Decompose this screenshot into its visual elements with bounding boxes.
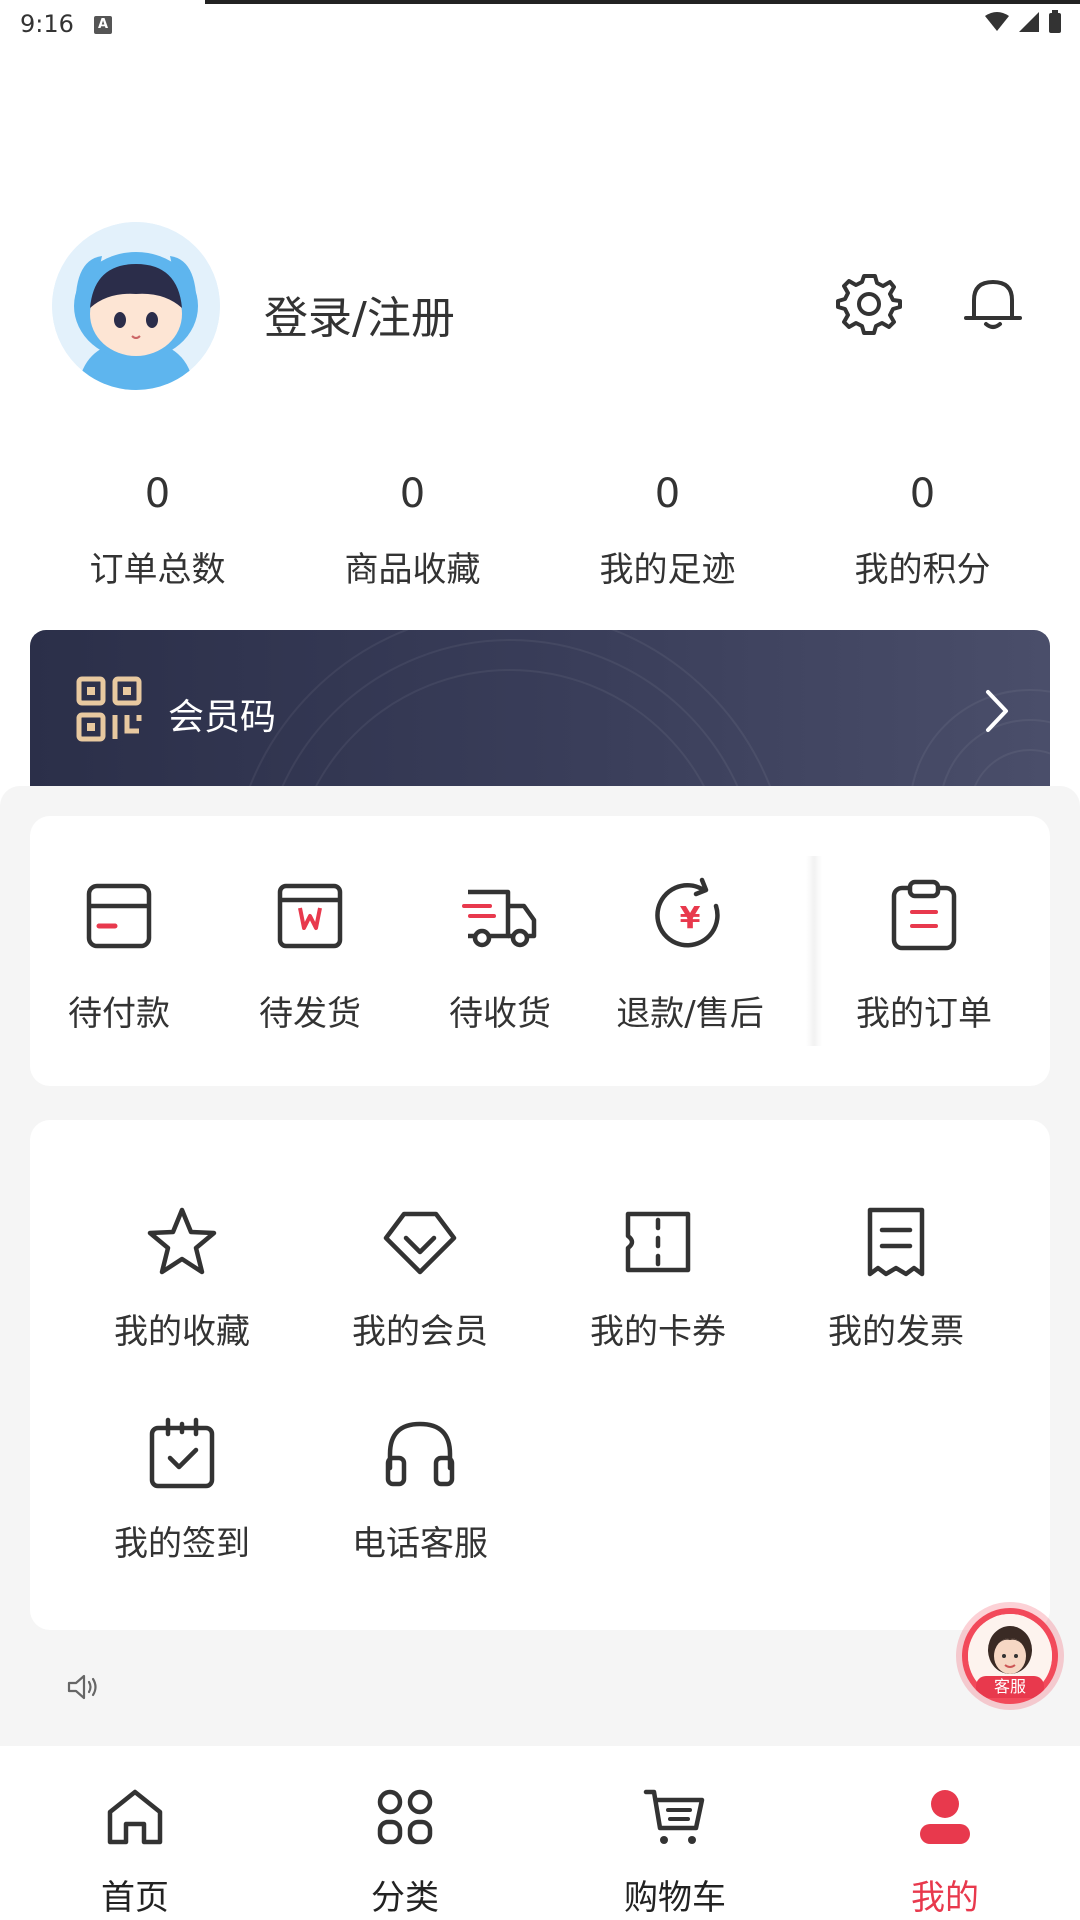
stat-label: 我的足迹 — [599, 550, 736, 590]
stat-label: 订单总数 — [89, 550, 226, 590]
service-membership[interactable]: 我的会员 — [320, 1202, 520, 1353]
service-label: 我的签到 — [114, 1524, 250, 1564]
svg-text:¥: ¥ — [680, 901, 701, 936]
receipt-icon — [867, 1207, 925, 1277]
order-refund[interactable]: ¥ 退款/售后 — [600, 876, 780, 1035]
nav-cart[interactable]: 购物车 — [540, 1746, 810, 1920]
nav-mine[interactable]: 我的 — [810, 1746, 1080, 1920]
speaker-icon — [67, 1674, 97, 1700]
truck-icon — [462, 889, 537, 948]
nav-label: 分类 — [371, 1878, 439, 1918]
stat-value: 0 — [909, 471, 936, 517]
notification-icon: A — [94, 16, 112, 34]
nav-label: 首页 — [101, 1878, 169, 1918]
qr-code-icon — [76, 676, 142, 742]
wifi-icon — [985, 12, 1009, 31]
stats-row: 0 订单总数 0 商品收藏 0 我的足迹 0 我的积分 — [30, 468, 1050, 598]
gear-icon — [836, 274, 902, 335]
service-label: 我的收藏 — [114, 1312, 250, 1352]
stat-label: 我的积分 — [854, 550, 991, 590]
status-time: 9:16 — [20, 10, 74, 38]
service-checkin[interactable]: 我的签到 — [82, 1414, 282, 1565]
notifications-button[interactable] — [960, 270, 1026, 336]
package-icon — [277, 883, 343, 949]
diamond-icon — [383, 1211, 457, 1275]
service-label: 我的卡券 — [590, 1312, 726, 1352]
bottom-navigation: 首页 分类 购物车 我的 — [0, 1746, 1080, 1920]
orders-card: 待付款 待发货 待收货 ¥ 退款/售后 我的订单 — [30, 816, 1050, 1086]
stat-points[interactable]: 0 我的积分 — [795, 468, 1050, 598]
services-card: 我的收藏 我的会员 我的卡券 我的发票 我的签到 电话客服 — [30, 1120, 1050, 1630]
nav-category[interactable]: 分类 — [270, 1746, 540, 1920]
nav-home[interactable]: 首页 — [0, 1746, 270, 1920]
chevron-right-icon — [986, 690, 1008, 732]
order-label: 退款/售后 — [616, 994, 764, 1034]
status-bar: 9:16 A — [0, 0, 1080, 52]
star-icon — [147, 1207, 217, 1275]
order-divider — [806, 856, 822, 1046]
refund-icon: ¥ — [655, 877, 720, 948]
service-invoices[interactable]: 我的发票 — [796, 1202, 996, 1353]
bell-icon — [964, 280, 1022, 329]
battery-icon — [1049, 10, 1061, 33]
order-label: 我的订单 — [856, 994, 992, 1034]
service-label: 电话客服 — [352, 1524, 488, 1564]
order-pending-receipt[interactable]: 待收货 — [410, 876, 590, 1035]
service-coupons[interactable]: 我的卡券 — [558, 1202, 758, 1353]
customer-service-button[interactable]: 客服 — [962, 1608, 1058, 1704]
avatar[interactable] — [52, 222, 220, 390]
service-label: 我的会员 — [352, 1312, 488, 1352]
stat-orders[interactable]: 0 订单总数 — [30, 468, 285, 598]
stat-footprints[interactable]: 0 我的足迹 — [540, 468, 795, 598]
order-pending-shipment[interactable]: 待发货 — [220, 876, 400, 1035]
order-label: 待付款 — [68, 994, 170, 1034]
avatar-illustration — [52, 222, 220, 390]
wallet-icon — [86, 883, 152, 949]
stat-value: 0 — [144, 471, 171, 517]
service-favorites[interactable]: 我的收藏 — [82, 1202, 282, 1353]
stat-favorites[interactable]: 0 商品收藏 — [285, 468, 540, 598]
status-top-line — [205, 0, 1080, 4]
stat-value: 0 — [654, 471, 681, 517]
stat-value: 0 — [399, 471, 426, 517]
cart-icon — [643, 1789, 705, 1844]
login-register-link[interactable]: 登录/注册 — [264, 282, 455, 346]
order-pending-payment[interactable]: 待付款 — [29, 876, 209, 1035]
nav-label: 购物车 — [624, 1878, 726, 1918]
status-icons — [984, 10, 1062, 34]
clipboard-icon — [891, 879, 957, 951]
ticket-icon — [625, 1211, 691, 1273]
settings-button[interactable] — [836, 270, 902, 336]
customer-service-badge: 客服 — [976, 1676, 1044, 1698]
order-label: 待收货 — [449, 994, 551, 1034]
signal-icon — [1019, 12, 1039, 32]
order-label: 待发货 — [259, 994, 361, 1034]
nav-label: 我的 — [911, 1878, 979, 1918]
member-code-card[interactable]: 会员码 — [30, 630, 1050, 800]
my-orders-link[interactable]: 我的订单 — [834, 876, 1014, 1035]
member-code-label: 会员码 — [168, 697, 277, 738]
service-label: 我的发票 — [828, 1312, 964, 1352]
calendar-check-icon — [149, 1417, 215, 1489]
user-icon — [920, 1790, 970, 1844]
headphones-icon — [385, 1421, 455, 1487]
home-icon — [107, 1789, 163, 1845]
category-icon — [377, 1789, 433, 1845]
service-phone-support[interactable]: 电话客服 — [320, 1414, 520, 1565]
stat-label: 商品收藏 — [344, 550, 481, 590]
